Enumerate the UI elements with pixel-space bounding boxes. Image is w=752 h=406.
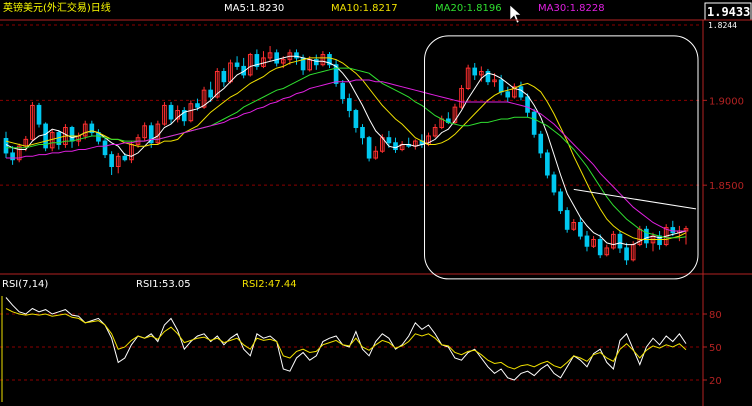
candle-body xyxy=(584,235,590,247)
candle-body xyxy=(294,52,299,59)
candle-body xyxy=(221,71,227,83)
candle-body xyxy=(498,79,504,93)
candle-body xyxy=(109,154,114,168)
candle-body xyxy=(386,137,392,144)
candle-body xyxy=(531,111,537,135)
candle-body xyxy=(340,82,346,100)
rsi2-label: RSI2:47.44 xyxy=(242,279,297,290)
candle-body xyxy=(353,110,359,128)
candle-body xyxy=(545,152,550,176)
chart-canvas: 英镑美元(外汇交易)日线 MA5:1.8230 MA10:1.8217 MA20… xyxy=(0,0,752,406)
candle-body xyxy=(617,233,623,249)
candle-body xyxy=(505,91,511,98)
ma10-label: MA10:1.8217 xyxy=(331,3,398,14)
candle-body xyxy=(36,104,42,125)
candle-body xyxy=(644,228,649,244)
candle-body xyxy=(366,137,372,159)
candle-body xyxy=(102,140,108,156)
ma20-label: MA20:1.8196 xyxy=(435,3,502,14)
rsi-y-tick-label: 50 xyxy=(709,343,722,354)
ma30-label: MA30:1.8228 xyxy=(538,3,605,14)
candle-body xyxy=(393,142,398,151)
candle-body xyxy=(3,138,9,154)
candle-body xyxy=(208,89,213,98)
candle-body xyxy=(578,221,583,237)
candle-body xyxy=(122,155,128,161)
rsi1-label: RSI1:53.05 xyxy=(136,279,191,290)
candle-body xyxy=(472,67,478,76)
candle-body xyxy=(518,86,524,98)
candle-body xyxy=(360,126,365,139)
y-tick-label: 1.9000 xyxy=(709,96,744,107)
candle-body xyxy=(558,191,563,212)
candle-body xyxy=(538,133,544,154)
price-box-value: 1.9433 xyxy=(707,5,750,19)
candle-body xyxy=(69,126,75,142)
candle-body xyxy=(313,59,319,66)
y-tick-label: 1.8500 xyxy=(709,181,744,192)
candle-body xyxy=(168,104,174,120)
candle-body xyxy=(670,227,676,234)
candle-body xyxy=(274,52,279,64)
candle-body xyxy=(624,247,629,261)
ma5-label: MA5:1.8230 xyxy=(224,3,284,14)
rsi-y-tick-label: 80 xyxy=(709,310,722,321)
chart-title: 英镑美元(外汇交易)日线 xyxy=(3,1,111,14)
candle-body xyxy=(551,174,557,193)
candle-body xyxy=(234,62,240,67)
candle-body xyxy=(564,210,570,230)
candle-body xyxy=(346,98,352,112)
rsi-y-tick-label: 20 xyxy=(709,376,722,387)
candle-body xyxy=(525,96,530,113)
candle-body xyxy=(195,103,200,108)
candle-body xyxy=(597,238,603,256)
price-box-sub: 1.8244 xyxy=(708,21,737,30)
candle-body xyxy=(10,152,15,161)
rsi-name: RSI(7,14) xyxy=(2,279,48,290)
